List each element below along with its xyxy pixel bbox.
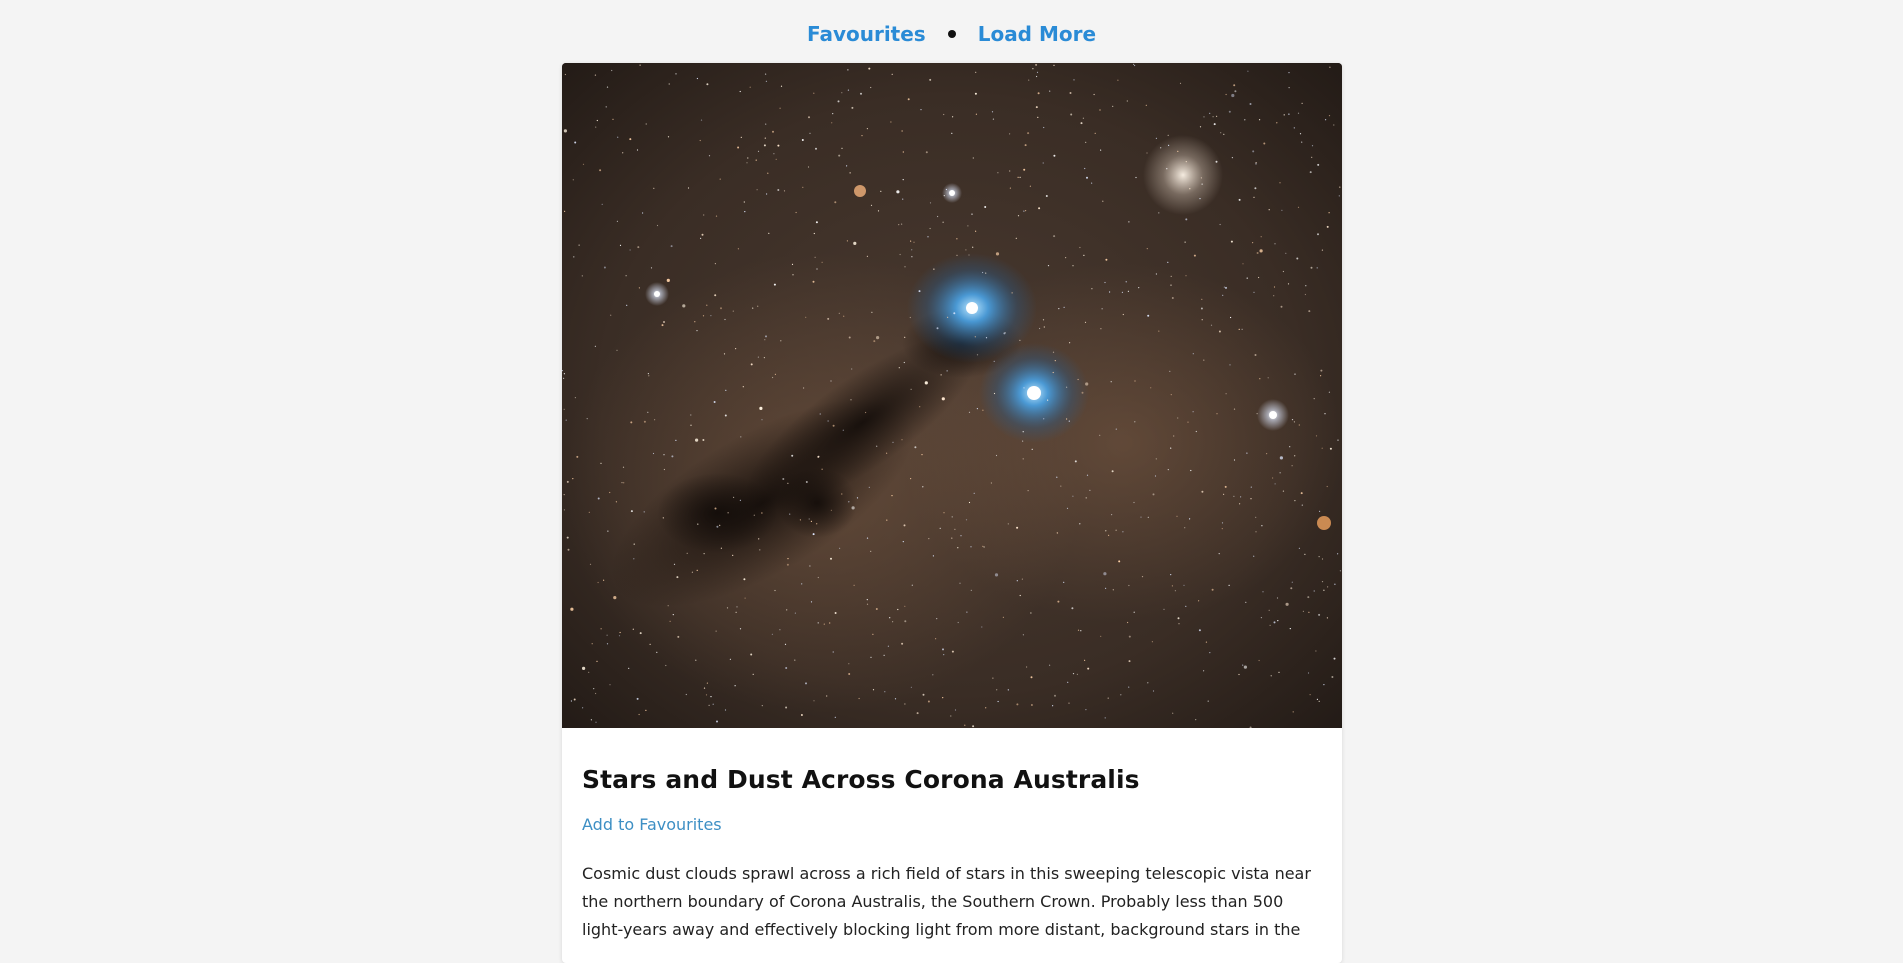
- post-explanation: Cosmic dust clouds sprawl across a rich …: [582, 864, 1311, 939]
- favourites-link[interactable]: Favourites: [807, 21, 926, 47]
- top-navigation: Favourites Load More: [0, 20, 1903, 48]
- load-more-link[interactable]: Load More: [978, 21, 1096, 47]
- post-title: Stars and Dust Across Corona Australis: [582, 765, 1140, 794]
- apod-image: [562, 63, 1342, 728]
- add-to-favourites-link[interactable]: Add to Favourites: [582, 815, 722, 835]
- nav-separator-dot: [947, 30, 956, 38]
- card-body: Stars and Dust Across Corona Australis A…: [562, 728, 1342, 944]
- apod-card: Stars and Dust Across Corona Australis A…: [562, 63, 1342, 963]
- nebula-photo-icon: [562, 63, 1342, 728]
